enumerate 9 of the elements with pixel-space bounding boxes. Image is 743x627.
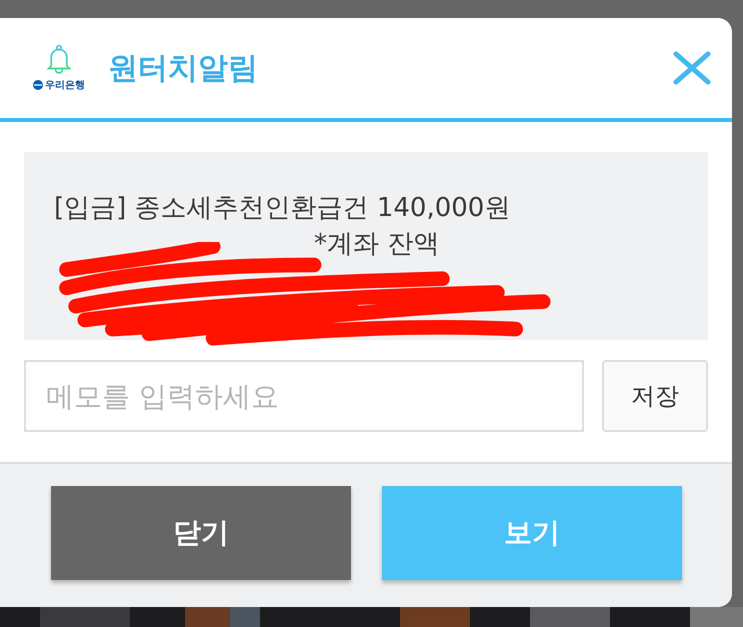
- save-button[interactable]: 저장: [602, 360, 708, 432]
- message-text: *계좌 잔액: [314, 229, 440, 259]
- bank-name: 우리은행: [45, 79, 85, 92]
- message-text: [입금] 종소세추천인환급건 140,000원: [54, 192, 512, 225]
- close-button[interactable]: 닫기: [51, 486, 351, 580]
- bank-logo-icon: [33, 80, 43, 90]
- dialog-title: 원터치알림: [108, 50, 259, 88]
- bell-icon: [46, 44, 72, 74]
- memo-field[interactable]: 메모를 입력하세요: [24, 360, 584, 432]
